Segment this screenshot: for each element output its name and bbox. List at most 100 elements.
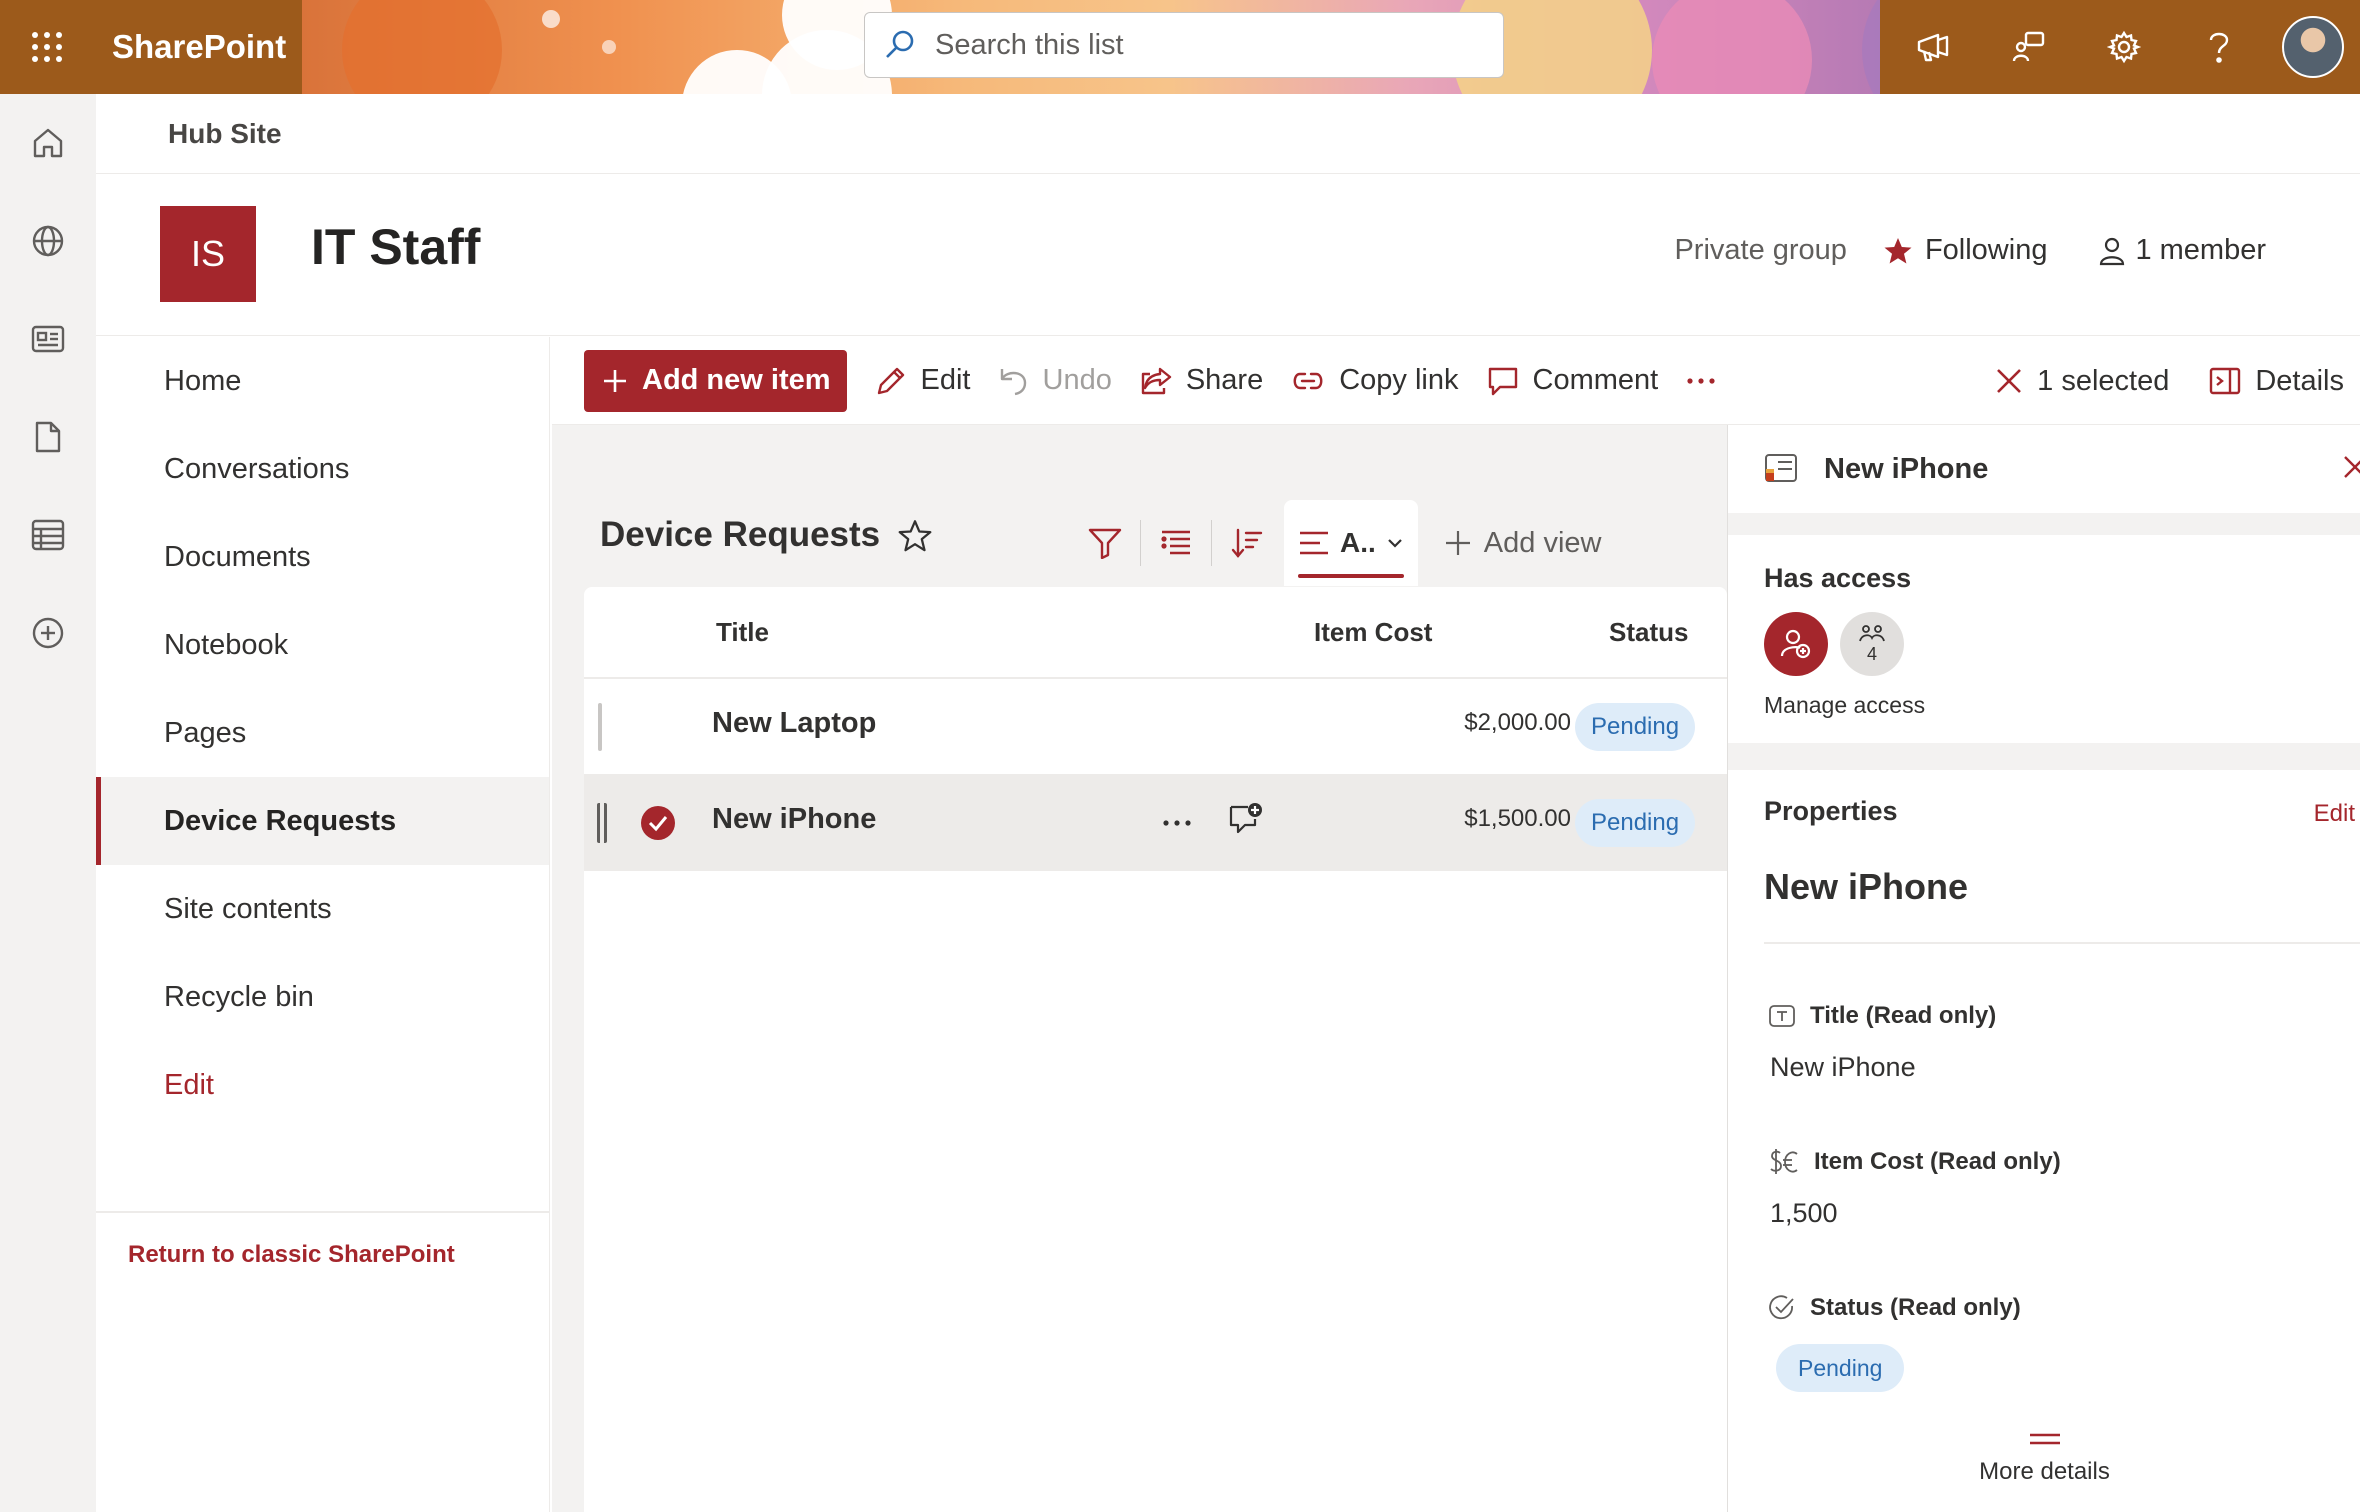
- follow-button[interactable]: Following: [1883, 234, 2048, 267]
- clear-selection-button[interactable]: 1 selected: [1995, 365, 2169, 398]
- status-badge: Pending: [1575, 703, 1696, 751]
- copy-link-button[interactable]: Copy link: [1291, 364, 1459, 397]
- suite-left: SharePoint: [0, 0, 302, 94]
- app-name[interactable]: SharePoint: [112, 28, 286, 66]
- help-button[interactable]: [2171, 0, 2266, 94]
- nav-item-home[interactable]: Home: [96, 337, 549, 425]
- field-label-title: Title (Read only): [1768, 1002, 1996, 1030]
- comment-button[interactable]: Comment: [1487, 364, 1658, 397]
- appbar-files[interactable]: [0, 388, 96, 486]
- site-title[interactable]: IT Staff: [311, 218, 480, 276]
- view-selector[interactable]: A..: [1284, 500, 1418, 586]
- person-icon: [2099, 236, 2125, 266]
- grouped-list-icon: [1160, 528, 1192, 558]
- follow-label: Following: [1924, 234, 2048, 266]
- drag-handle[interactable]: [597, 803, 607, 843]
- appbar-lists[interactable]: [0, 486, 96, 584]
- column-header-status[interactable]: Status: [1609, 617, 1688, 648]
- nav-item-conversations[interactable]: Conversations: [96, 425, 549, 513]
- add-comment-button[interactable]: [1228, 801, 1264, 837]
- edit-button[interactable]: Edit: [875, 364, 971, 397]
- hub-bar: Hub Site: [96, 94, 2360, 174]
- undo-button[interactable]: Undo: [999, 364, 1112, 397]
- search-box[interactable]: Search this list: [864, 12, 1504, 78]
- comment-icon: [1487, 366, 1519, 396]
- list-item-icon: [1764, 453, 1800, 485]
- nav-item-site-contents[interactable]: Site contents: [96, 865, 549, 953]
- drag-bar-icon: [2028, 1432, 2062, 1446]
- nav-item-pages[interactable]: Pages: [96, 689, 549, 777]
- command-bar: Add new item Edit Undo Share Copy link C…: [552, 337, 2360, 425]
- site-logo[interactable]: IS: [160, 206, 256, 302]
- members-button[interactable]: 1 member: [2099, 234, 2266, 267]
- details-pane: New iPhone Has access 4 Manage access Pr…: [1727, 425, 2360, 1512]
- nav-item-device-requests[interactable]: Device Requests: [96, 777, 549, 865]
- close-details-button[interactable]: [2341, 453, 2360, 481]
- account-button[interactable]: [2266, 0, 2360, 94]
- globe-icon: [31, 224, 65, 258]
- share-icon: [1140, 366, 1172, 396]
- close-icon: [1995, 367, 2023, 395]
- row-more-actions-button[interactable]: [1162, 799, 1192, 847]
- table-row[interactable]: New Laptop $2,000.00 Pending: [584, 679, 1727, 775]
- search-placeholder: Search this list: [935, 28, 1124, 61]
- more-details-label: More details: [1979, 1458, 2110, 1485]
- column-header-title[interactable]: Title: [716, 617, 769, 648]
- status-badge[interactable]: Pending: [1776, 1344, 1905, 1392]
- field-value-title[interactable]: New iPhone: [1770, 1052, 1916, 1083]
- list-title[interactable]: Device Requests: [600, 515, 880, 555]
- appbar-sites[interactable]: [0, 192, 96, 290]
- cell-item-cost: $1,500.00: [1464, 805, 1571, 832]
- checkmark-circle-icon: [640, 805, 676, 841]
- row-checkbox[interactable]: [640, 805, 676, 841]
- appbar-news[interactable]: [0, 290, 96, 388]
- drag-handle[interactable]: [598, 703, 602, 751]
- close-icon: [2341, 453, 2360, 481]
- details-label: Details: [2255, 364, 2344, 397]
- edit-properties-button[interactable]: Edit: [2314, 800, 2355, 828]
- settings-button[interactable]: [2076, 0, 2171, 94]
- avatar: [2282, 16, 2344, 78]
- nav-item-documents[interactable]: Documents: [96, 513, 549, 601]
- details-item-title: New iPhone: [1824, 452, 1989, 485]
- help-icon: [2207, 30, 2231, 64]
- appbar-home[interactable]: [0, 94, 96, 192]
- column-header-item-cost[interactable]: Item Cost: [1314, 617, 1432, 648]
- manage-access-link[interactable]: Manage access: [1764, 692, 2360, 719]
- nav-item-notebook[interactable]: Notebook: [96, 601, 549, 689]
- comment-add-icon: [1228, 801, 1264, 837]
- filter-button[interactable]: [1072, 503, 1138, 583]
- cell-title[interactable]: New iPhone: [712, 803, 876, 836]
- table-row[interactable]: New iPhone $1,500.00 Pending: [584, 775, 1727, 871]
- divider: [1140, 520, 1141, 566]
- announcements-button[interactable]: [1886, 0, 1981, 94]
- access-avatars: 4: [1764, 612, 2360, 676]
- cell-title[interactable]: New Laptop: [712, 707, 876, 740]
- my-day-button[interactable]: [1981, 0, 2076, 94]
- favorite-list-button[interactable]: [898, 519, 932, 553]
- share-button[interactable]: Share: [1140, 364, 1263, 397]
- add-new-item-button[interactable]: Add new item: [584, 349, 847, 412]
- details-pane-button[interactable]: Details: [2209, 365, 2344, 398]
- add-view-button[interactable]: Add view: [1444, 527, 1601, 560]
- selected-count: 1 selected: [2037, 364, 2170, 397]
- banner-shape: [342, 0, 502, 94]
- sort-icon: [1231, 527, 1263, 559]
- appbar-create[interactable]: [0, 584, 96, 682]
- properties-section: Properties Edit New iPhone Title (Read o…: [1728, 770, 2360, 1512]
- more-commands-button[interactable]: [1686, 377, 1716, 385]
- app-launcher-button[interactable]: [0, 0, 94, 94]
- group-access-avatar[interactable]: 4: [1840, 612, 1904, 676]
- return-to-classic-link[interactable]: Return to classic SharePoint: [128, 1241, 455, 1269]
- hub-site-link[interactable]: Hub Site: [168, 118, 282, 150]
- group-by-button[interactable]: [1143, 503, 1209, 583]
- nav-edit-link[interactable]: Edit: [96, 1041, 549, 1129]
- field-value-item-cost[interactable]: 1,500: [1770, 1198, 1838, 1229]
- field-label-status: Status (Read only): [1768, 1294, 2021, 1322]
- nav-item-recycle-bin[interactable]: Recycle bin: [96, 953, 549, 1041]
- header-banner: Search this list: [302, 0, 1880, 94]
- list-area: Device Requests A.. Add view Title Item …: [552, 425, 1727, 1512]
- share-access-button[interactable]: [1764, 612, 1828, 676]
- sort-button[interactable]: [1214, 503, 1280, 583]
- more-details-button[interactable]: More details: [1728, 1432, 2360, 1486]
